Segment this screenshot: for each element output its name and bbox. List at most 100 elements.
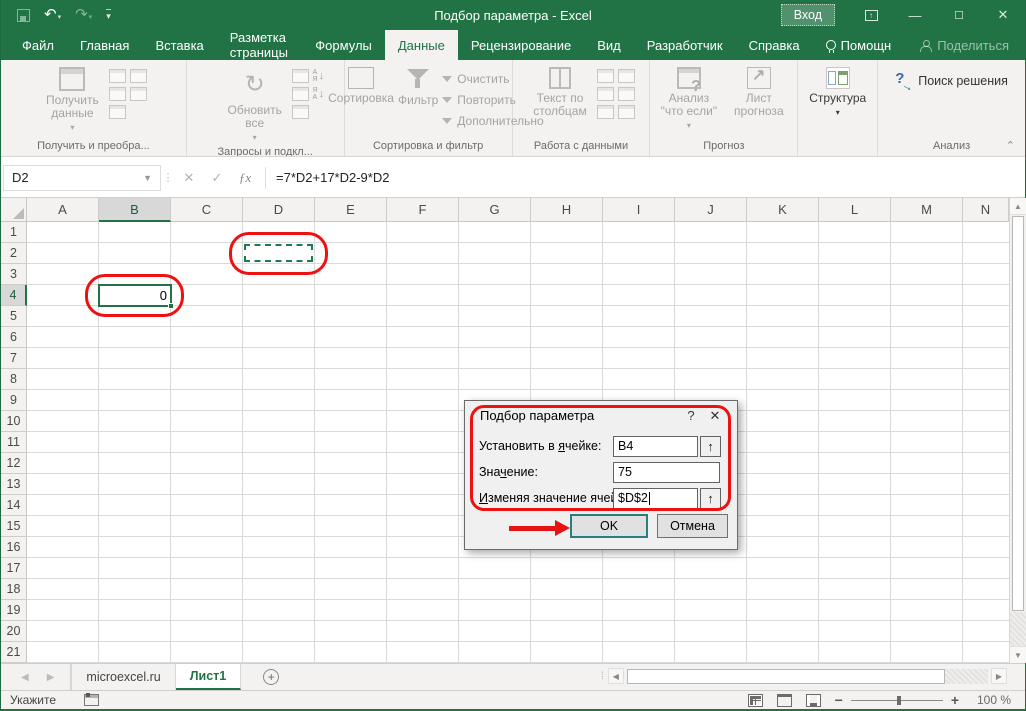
cancel-button[interactable]: Отмена bbox=[657, 514, 728, 538]
share-button[interactable]: Поделиться bbox=[904, 30, 1025, 60]
tab-Вставка[interactable]: Вставка bbox=[142, 30, 216, 60]
structure-button[interactable]: Структура▾ bbox=[805, 65, 871, 138]
field-input-0[interactable]: B4 bbox=[613, 436, 698, 457]
fill-handle[interactable] bbox=[168, 303, 174, 309]
table-icon[interactable] bbox=[109, 105, 126, 119]
row-header-16[interactable]: 16 bbox=[1, 537, 27, 558]
row-header-19[interactable]: 19 bbox=[1, 600, 27, 621]
sheet-tab-microexcel.ru[interactable]: microexcel.ru bbox=[71, 664, 175, 690]
column-header-L[interactable]: L bbox=[819, 198, 891, 222]
horizontal-scrollbar[interactable]: ⁞ ◀ ▶ bbox=[601, 667, 1007, 685]
column-header-K[interactable]: K bbox=[747, 198, 819, 222]
remove-duplicates-icon[interactable] bbox=[597, 105, 614, 119]
selected-cell-B4[interactable]: 0 bbox=[98, 284, 172, 307]
redo-button[interactable]: ↷▾ bbox=[75, 6, 92, 24]
minimize-button[interactable]: — bbox=[893, 0, 937, 30]
customize-quick-access-icon[interactable]: ▾ bbox=[106, 9, 111, 22]
column-header-N[interactable]: N bbox=[963, 198, 1009, 222]
doc-text-icon[interactable] bbox=[130, 87, 147, 101]
row-header-1[interactable]: 1 bbox=[1, 222, 27, 243]
zoom-slider-thumb[interactable] bbox=[897, 696, 901, 705]
tab-Файл[interactable]: Файл bbox=[9, 30, 67, 60]
row-header-2[interactable]: 2 bbox=[1, 243, 27, 264]
sort-az[interactable] bbox=[313, 69, 325, 83]
close-button[interactable]: ✕ bbox=[981, 0, 1025, 30]
doc-copy-icon[interactable] bbox=[109, 69, 126, 83]
consolidate-icon[interactable] bbox=[618, 69, 635, 83]
sort-za[interactable] bbox=[313, 87, 325, 101]
row-header-11[interactable]: 11 bbox=[1, 432, 27, 453]
column-header-C[interactable]: C bbox=[171, 198, 243, 222]
name-box[interactable]: D2 ▼ bbox=[3, 165, 161, 191]
prev-sheet-icon[interactable]: ◀ bbox=[21, 672, 29, 683]
sort-button[interactable]: Сортировка bbox=[328, 65, 394, 138]
column-header-M[interactable]: M bbox=[891, 198, 963, 222]
row-header-4[interactable]: 4 bbox=[1, 285, 27, 306]
tab-Данные[interactable]: Данные bbox=[385, 30, 458, 60]
row-header-10[interactable]: 10 bbox=[1, 411, 27, 432]
page-break-view-icon[interactable] bbox=[806, 694, 821, 707]
column-header-I[interactable]: I bbox=[603, 198, 675, 222]
tab-Разработчик[interactable]: Разработчик bbox=[634, 30, 736, 60]
confirm-entry-icon[interactable]: ✓ bbox=[203, 170, 231, 186]
dialog-title-bar[interactable]: Подбор параметра ? ✕ bbox=[465, 401, 737, 430]
scroll-down-icon[interactable]: ▼ bbox=[1010, 646, 1026, 663]
undo-button[interactable]: ↶▾ bbox=[44, 6, 61, 24]
column-header-G[interactable]: G bbox=[459, 198, 531, 222]
row-header-3[interactable]: 3 bbox=[1, 264, 27, 285]
macro-record-icon[interactable] bbox=[84, 694, 99, 706]
what-if-analysis-button[interactable]: Анализ "что если"▾ bbox=[656, 65, 722, 138]
data-validation-icon[interactable] bbox=[597, 87, 614, 101]
relationships-icon[interactable] bbox=[618, 87, 635, 101]
refresh-all-button[interactable]: Обновить все▾ bbox=[222, 65, 288, 144]
row-header-14[interactable]: 14 bbox=[1, 495, 27, 516]
forecast-sheet-button[interactable]: Лист прогноза bbox=[726, 65, 792, 138]
row-header-6[interactable]: 6 bbox=[1, 327, 27, 348]
insert-function-icon[interactable]: ƒx bbox=[231, 170, 259, 186]
column-header-B[interactable]: B bbox=[99, 198, 171, 222]
zoom-in-icon[interactable]: + bbox=[951, 692, 959, 708]
select-all-corner[interactable] bbox=[1, 198, 27, 222]
edit-links-icon[interactable] bbox=[292, 105, 309, 119]
tab-Помощн[interactable]: Помощн bbox=[813, 30, 905, 60]
row-header-7[interactable]: 7 bbox=[1, 348, 27, 369]
field-input-2[interactable]: $D$2 bbox=[613, 488, 698, 509]
sign-in-button[interactable]: Вход bbox=[781, 4, 835, 26]
formula-input[interactable]: =7*D2+17*D2-9*D2 bbox=[272, 170, 1025, 185]
ribbon-display-options-button[interactable]: ↑ bbox=[849, 0, 893, 30]
column-header-A[interactable]: A bbox=[27, 198, 99, 222]
properties-icon[interactable] bbox=[292, 69, 309, 83]
get-data-button[interactable]: Получить данные▾ bbox=[39, 65, 105, 138]
row-header-9[interactable]: 9 bbox=[1, 390, 27, 411]
zoom-level[interactable]: 100 % bbox=[973, 693, 1011, 707]
field-input-1[interactable]: 75 bbox=[613, 462, 720, 483]
ok-button[interactable]: OK bbox=[570, 514, 648, 538]
splitter-handle[interactable]: ⁞ bbox=[601, 671, 605, 682]
maximize-button[interactable]: ☐ bbox=[937, 0, 981, 30]
new-sheet-button[interactable]: + bbox=[241, 664, 301, 690]
text-to-columns-button[interactable]: Текст по столбцам bbox=[527, 65, 593, 138]
zoom-slider[interactable] bbox=[851, 700, 943, 701]
column-header-F[interactable]: F bbox=[387, 198, 459, 222]
row-header-5[interactable]: 5 bbox=[1, 306, 27, 327]
row-header-12[interactable]: 12 bbox=[1, 453, 27, 474]
tab-Вид[interactable]: Вид bbox=[584, 30, 634, 60]
scroll-right-icon[interactable]: ▶ bbox=[991, 668, 1007, 684]
column-header-D[interactable]: D bbox=[243, 198, 315, 222]
scroll-left-icon[interactable]: ◀ bbox=[608, 668, 624, 684]
tab-Формулы[interactable]: Формулы bbox=[302, 30, 385, 60]
horizontal-scroll-track[interactable] bbox=[627, 669, 988, 684]
collapse-dialog-button[interactable]: ↑ bbox=[700, 488, 721, 509]
column-header-J[interactable]: J bbox=[675, 198, 747, 222]
row-header-8[interactable]: 8 bbox=[1, 369, 27, 390]
scroll-up-icon[interactable]: ▲ bbox=[1010, 198, 1026, 215]
dialog-close-icon[interactable]: ✕ bbox=[703, 408, 727, 424]
doc-web-icon[interactable] bbox=[109, 87, 126, 101]
column-header-E[interactable]: E bbox=[315, 198, 387, 222]
horizontal-scroll-thumb[interactable] bbox=[627, 669, 945, 684]
column-header-H[interactable]: H bbox=[531, 198, 603, 222]
tab-Справка[interactable]: Справка bbox=[736, 30, 813, 60]
workbook-links-icon[interactable] bbox=[292, 87, 309, 101]
tab-Разметка страницы[interactable]: Разметка страницы bbox=[217, 30, 303, 60]
vertical-scroll-thumb[interactable] bbox=[1012, 216, 1024, 611]
